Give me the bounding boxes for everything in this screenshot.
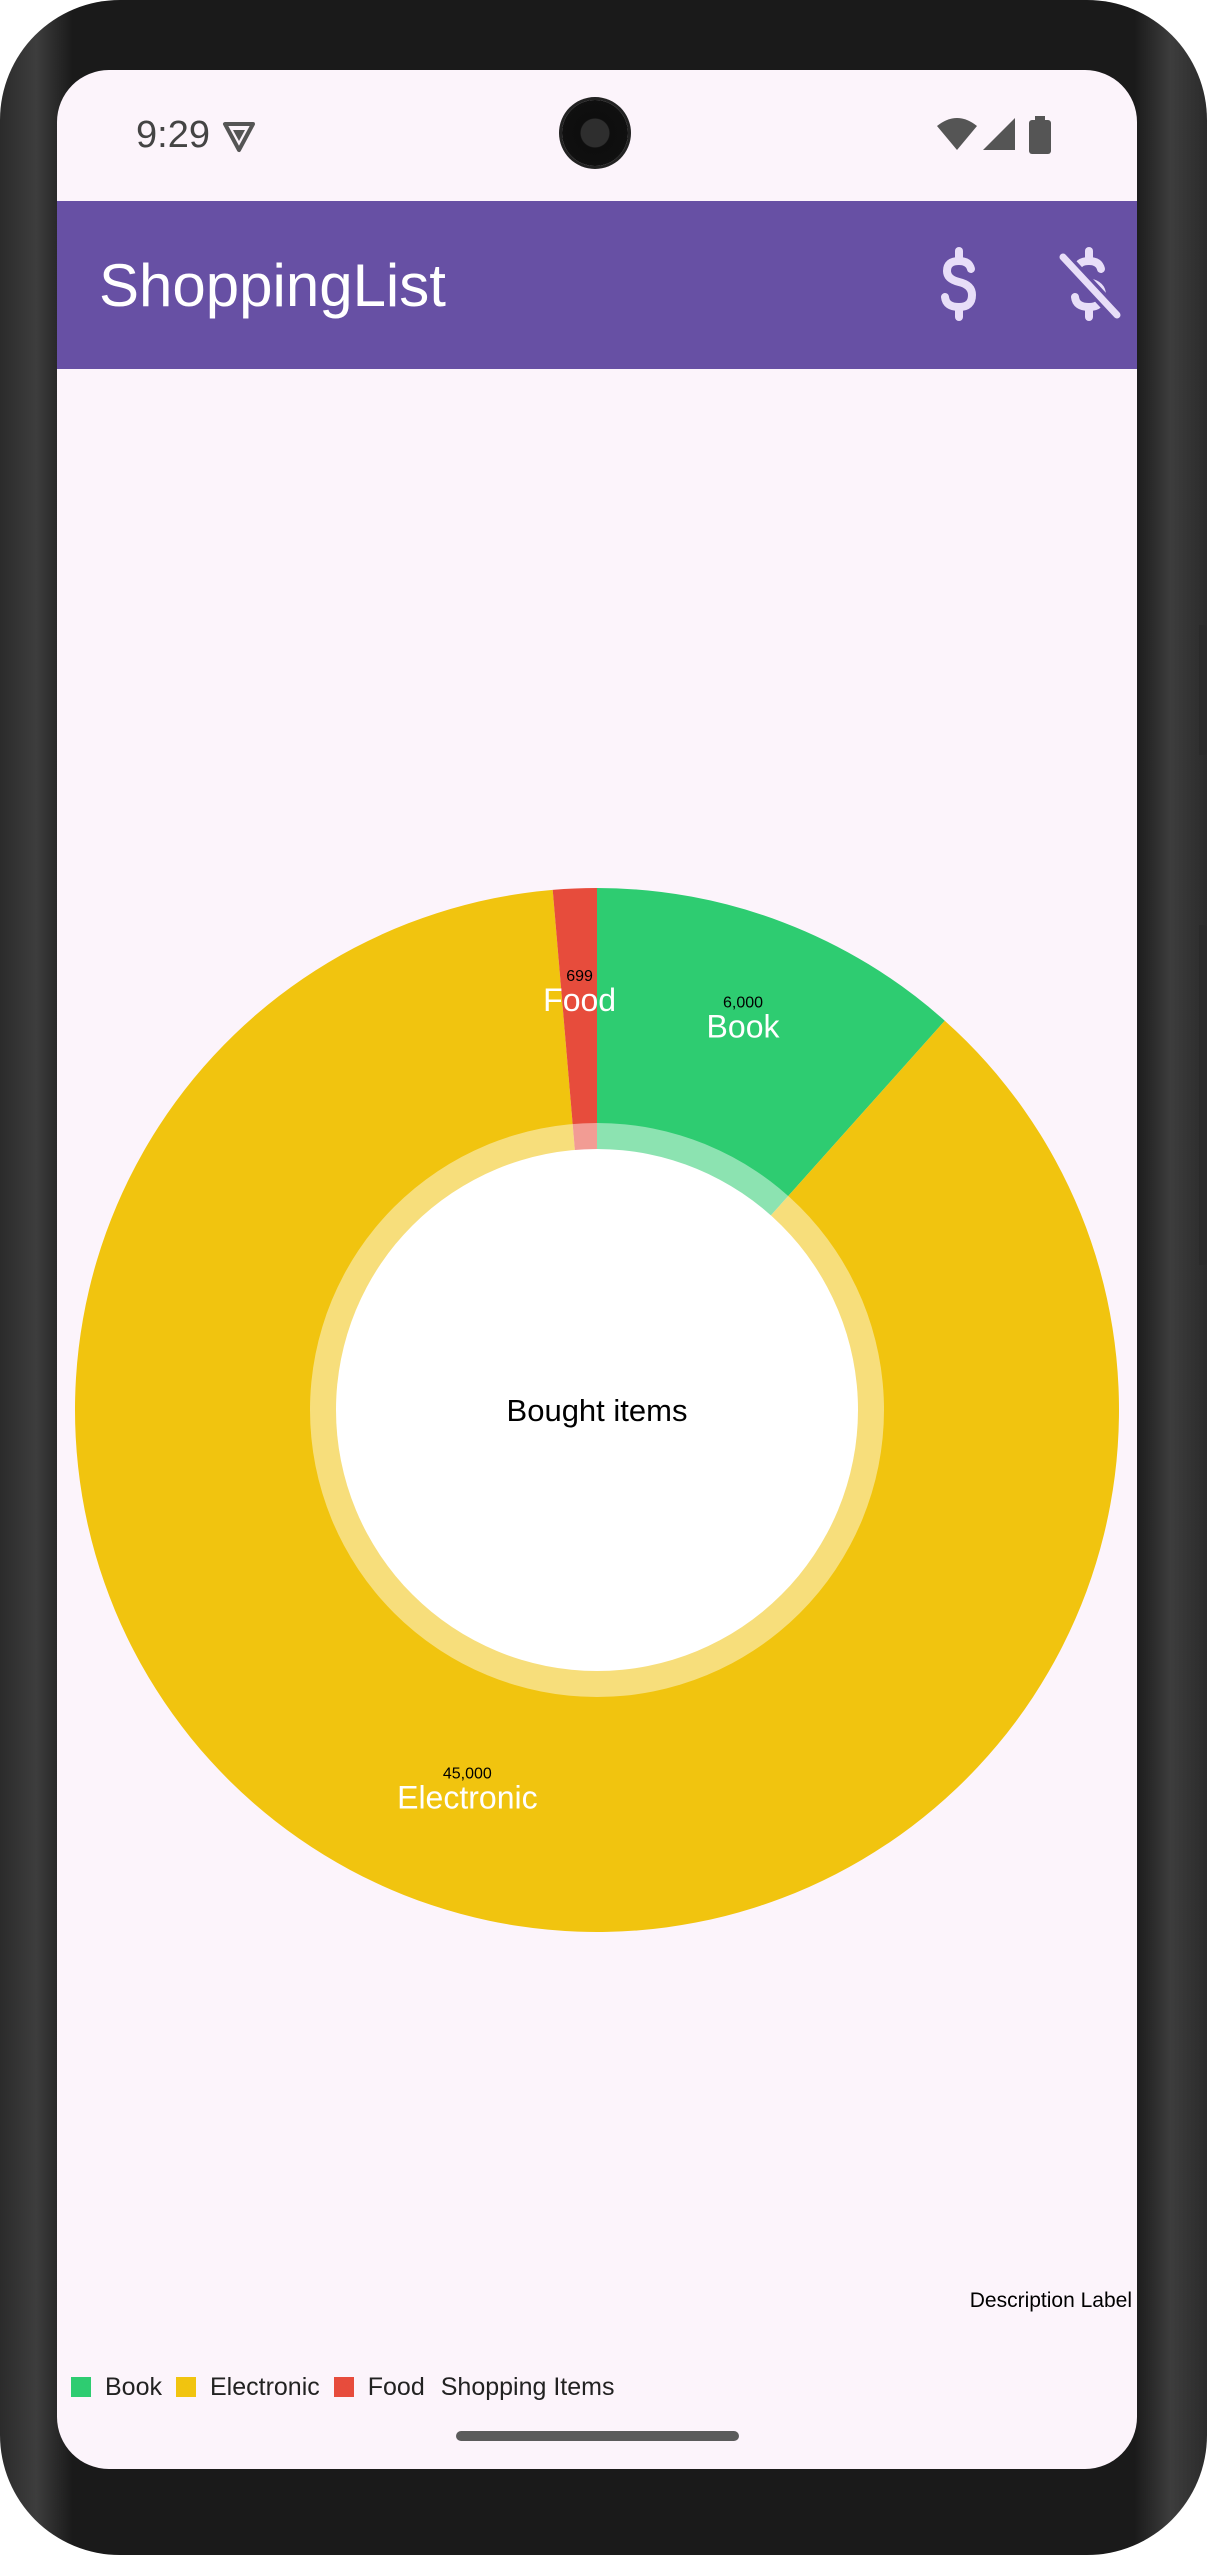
front-camera	[562, 100, 628, 166]
status-time: 9:29	[136, 114, 210, 156]
vpn-shield-icon	[223, 122, 255, 152]
legend-swatch-food	[333, 2377, 354, 2397]
pie-slice-label-book: Book	[707, 1008, 781, 1044]
legend-label-book: Book	[105, 2372, 162, 2401]
app-bar: ShoppingList	[57, 201, 1137, 369]
pie-chart-area[interactable]: Bought items 6,000 Book 45,000 Electronic 699…	[57, 369, 1137, 2369]
power-button	[1199, 625, 1207, 755]
cellular-signal-icon	[983, 118, 1015, 150]
dollar-button[interactable]	[909, 235, 1009, 335]
legend-label-food: Food	[367, 2372, 425, 2401]
app-title: ShoppingList	[99, 252, 446, 319]
pie-chart[interactable]: Bought items6,000Book45,000Electronic699…	[57, 369, 1137, 2369]
gesture-nav-handle[interactable]	[456, 2431, 739, 2441]
status-bar: 9:29	[57, 70, 1137, 200]
chart-description: Description Label	[969, 2289, 1132, 2312]
pie-slice-label-food: Food	[543, 982, 616, 1018]
no-dollar-button[interactable]	[1039, 235, 1137, 335]
legend-label-electronic: Electronic	[209, 2372, 320, 2401]
volume-button	[1199, 925, 1207, 1265]
legend-swatch-book	[71, 2377, 91, 2397]
status-icons	[935, 116, 1065, 156]
pie-center-text: Bought items	[507, 1393, 688, 1428]
legend-swatch-electronic	[175, 2377, 196, 2397]
chart-legend: Book Electronic Food Shopping Items	[71, 2367, 614, 2407]
screen: 9:29 ShoppingList Bought items 6,000 Boo…	[57, 70, 1137, 2469]
no-dollar-icon	[1056, 247, 1124, 322]
battery-icon	[1029, 116, 1051, 154]
wifi-icon	[937, 118, 977, 150]
pie-slice-label-electronic: Electronic	[397, 1779, 538, 1815]
dollar-icon	[941, 247, 977, 321]
legend-title: Shopping Items	[440, 2372, 615, 2401]
